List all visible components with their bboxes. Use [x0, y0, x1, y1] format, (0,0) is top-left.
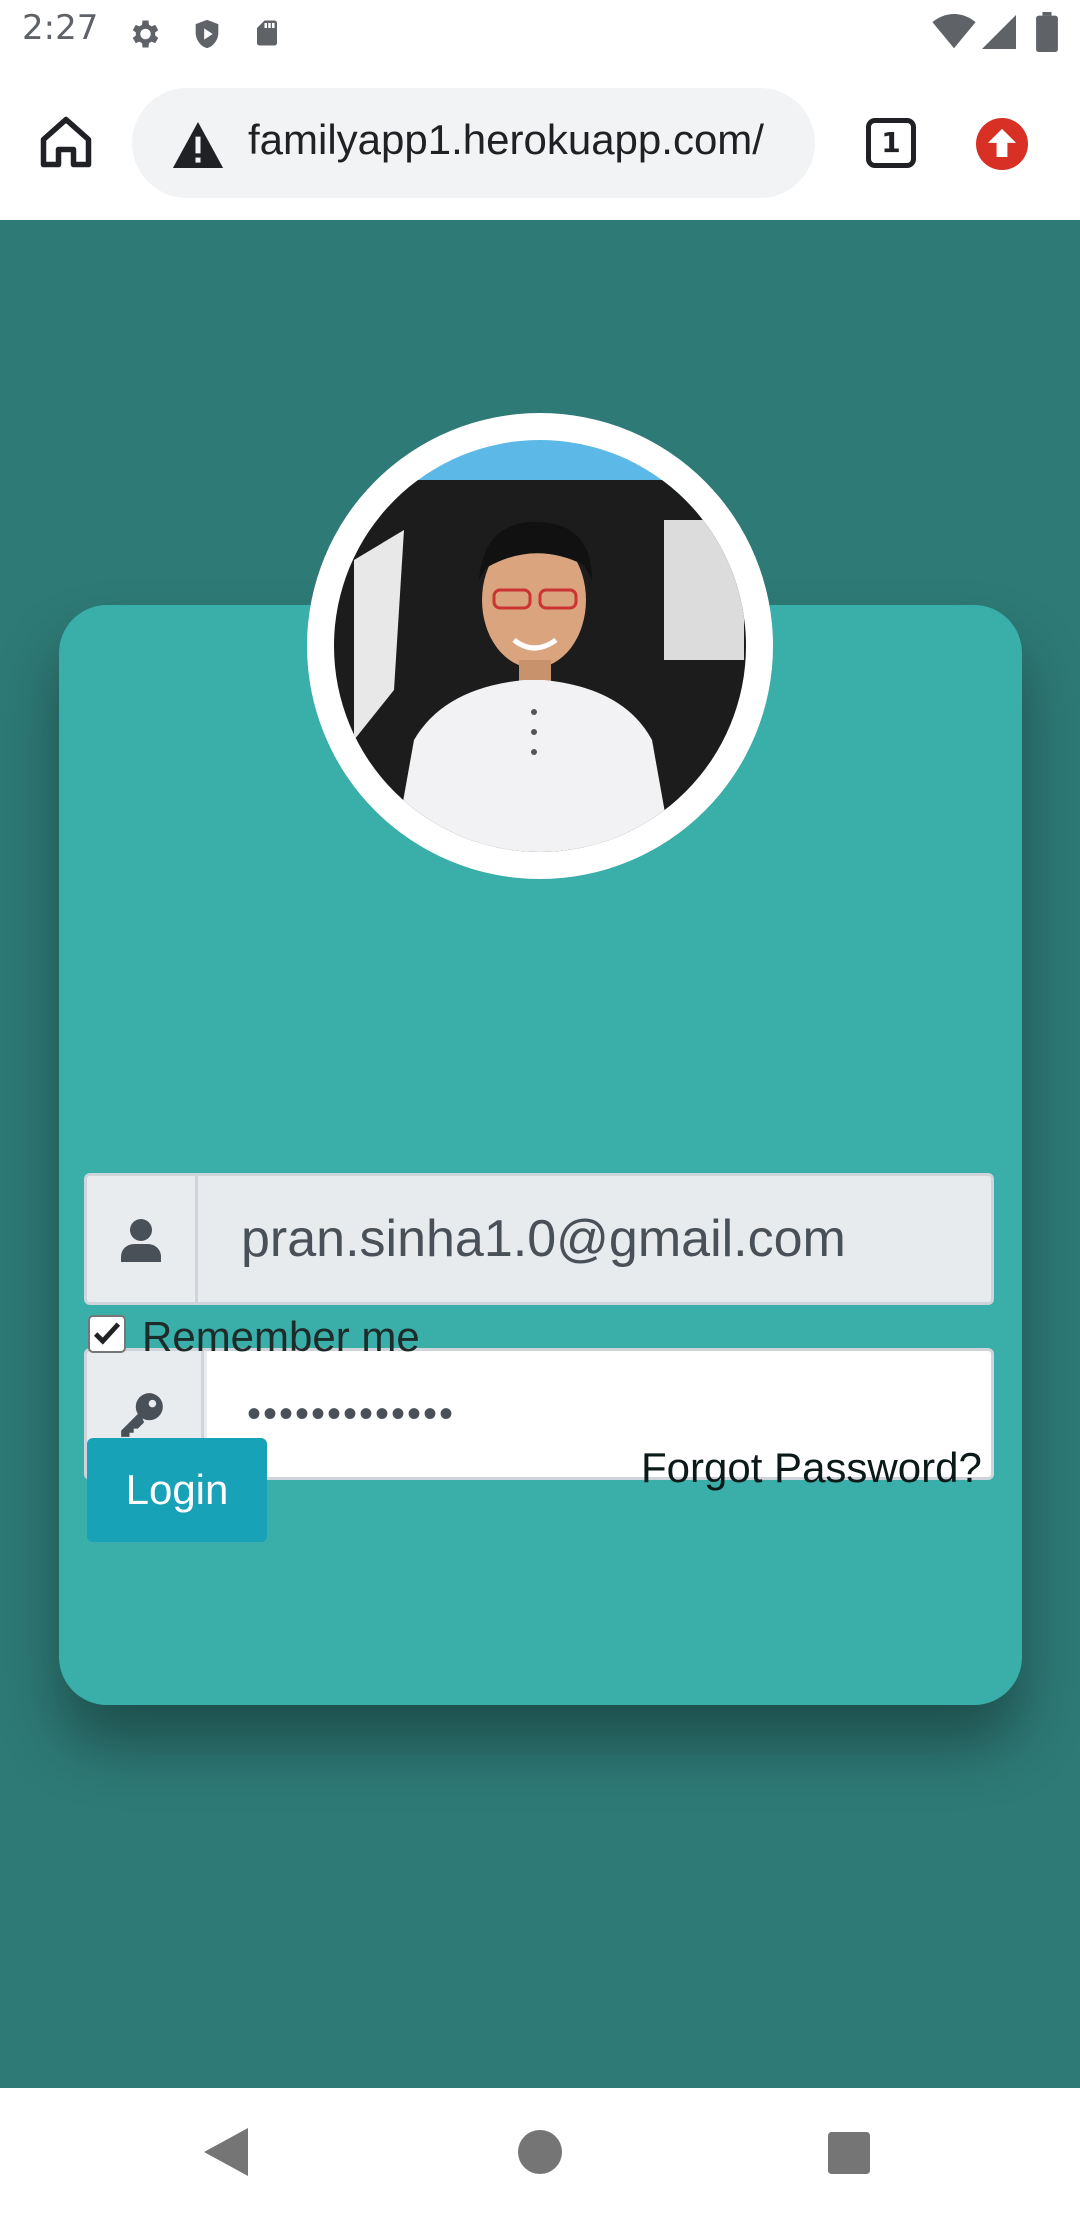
url-text[interactable]: familyapp1.herokuapp.com/ — [248, 116, 808, 164]
checkmark-icon — [93, 1322, 121, 1345]
status-bar: 2:27 — [0, 0, 1080, 66]
back-icon[interactable] — [204, 2128, 248, 2176]
home-icon[interactable] — [36, 112, 96, 172]
signal-icon — [982, 15, 1016, 49]
wifi-icon — [932, 14, 976, 49]
email-addon — [87, 1176, 198, 1302]
remember-label: Remember me — [142, 1313, 420, 1360]
profile-photo — [334, 440, 746, 852]
email-input-group: pran.sinha1.0@gmail.com — [84, 1173, 994, 1305]
tab-count: 1 — [881, 126, 901, 159]
page-background: pran.sinha1.0@gmail.com ••••••••••••• Re… — [0, 220, 1080, 2088]
status-time: 2:27 — [22, 8, 99, 48]
settings-icon — [132, 20, 159, 48]
sd-card-icon — [257, 20, 277, 46]
user-icon — [121, 1219, 161, 1262]
remember-checkbox[interactable] — [88, 1315, 126, 1353]
forgot-password-link[interactable]: Forgot Password? — [641, 1444, 982, 1492]
email-field[interactable]: pran.sinha1.0@gmail.com — [201, 1176, 991, 1302]
recents-icon[interactable] — [828, 2132, 870, 2174]
warning-icon[interactable] — [172, 122, 224, 168]
avatar — [307, 413, 773, 879]
key-icon — [121, 1393, 163, 1437]
home-circle-icon[interactable] — [518, 2130, 562, 2174]
update-icon[interactable] — [976, 118, 1028, 170]
system-nav-bar — [0, 2088, 1080, 2220]
shield-play-icon — [195, 19, 219, 49]
battery-icon — [1036, 12, 1058, 52]
tabs-button[interactable]: 1 — [866, 118, 916, 168]
login-button[interactable]: Login — [87, 1438, 267, 1542]
browser-toolbar: familyapp1.herokuapp.com/ 1 — [0, 66, 1080, 222]
address-bar[interactable]: familyapp1.herokuapp.com/ — [132, 88, 815, 198]
